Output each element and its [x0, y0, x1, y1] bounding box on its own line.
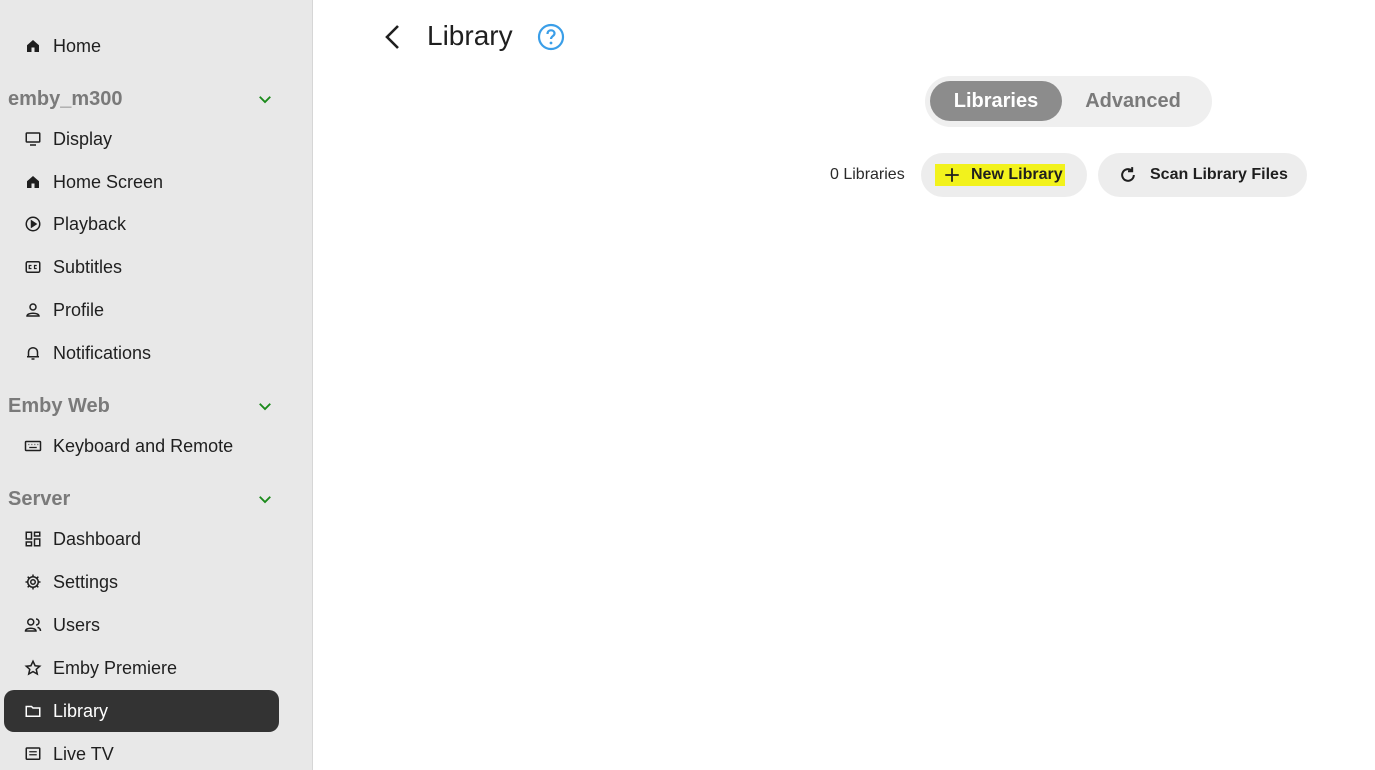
plus-icon	[945, 168, 959, 182]
section-header-emby-m300[interactable]: emby_m300	[8, 84, 283, 114]
sidebar-item-live-tv[interactable]: Live TV	[4, 733, 279, 770]
sidebar-item-home-screen[interactable]: Home Screen	[4, 161, 279, 203]
section-header-emby-web[interactable]: Emby Web	[8, 391, 283, 421]
bell-icon	[23, 343, 43, 363]
sidebar-item-display[interactable]: Display	[4, 118, 279, 160]
tab-libraries[interactable]: Libraries	[930, 81, 1062, 121]
sidebar-item-label: Emby Premiere	[53, 657, 178, 678]
sidebar-item-library[interactable]: Library	[4, 690, 279, 732]
back-arrow-icon	[385, 25, 399, 49]
sidebar-item-label: Home	[53, 35, 102, 56]
sidebar-item-label: Notifications	[53, 342, 152, 363]
sidebar-item-label: Subtitles	[53, 256, 123, 277]
sidebar-item-label: Settings	[53, 571, 119, 592]
star-icon	[23, 658, 43, 678]
keyboard-icon	[23, 436, 43, 456]
closed-captions-icon	[23, 257, 43, 277]
section-header-server[interactable]: Server	[8, 484, 283, 514]
tab-advanced[interactable]: Advanced	[1068, 81, 1198, 121]
scan-library-files-button[interactable]: Scan Library Files	[1098, 153, 1307, 197]
sidebar-item-dashboard[interactable]: Dashboard	[4, 518, 279, 560]
sidebar-item-label: Keyboard and Remote	[53, 435, 234, 456]
sidebar-item-label: Profile	[53, 299, 105, 320]
sidebar-item-label: Users	[53, 614, 101, 635]
sidebar-item-label: Live TV	[53, 743, 114, 764]
app-root: Home emby_m300 Display Home Screen Playb…	[0, 0, 1375, 770]
help-icon[interactable]	[537, 23, 565, 51]
new-library-label: New Library	[971, 166, 1063, 183]
tab-bar: Libraries Advanced	[925, 76, 1212, 127]
home-icon	[23, 36, 43, 56]
sidebar-item-label: Playback	[53, 213, 127, 234]
users-icon	[23, 615, 43, 635]
chevron-down-icon	[259, 96, 271, 104]
sidebar: Home emby_m300 Display Home Screen Playb…	[0, 0, 313, 770]
play-circle-icon	[23, 214, 43, 234]
scan-library-files-label: Scan Library Files	[1150, 166, 1288, 183]
sidebar-item-playback[interactable]: Playback	[4, 203, 279, 245]
person-icon	[23, 300, 43, 320]
chevron-down-icon	[259, 403, 271, 411]
section-title: Server	[8, 487, 71, 510]
dashboard-icon	[23, 529, 43, 549]
section-title: Emby Web	[8, 394, 110, 417]
refresh-icon	[1121, 167, 1135, 182]
sidebar-item-home[interactable]: Home	[4, 25, 279, 67]
sidebar-item-label: Dashboard	[53, 528, 142, 549]
back-button[interactable]	[379, 22, 407, 52]
new-library-button[interactable]: New Library	[921, 153, 1087, 197]
sidebar-item-label: Display	[53, 128, 113, 149]
section-title: emby_m300	[8, 87, 123, 110]
tv-guide-icon	[23, 744, 43, 764]
sidebar-item-keyboard-and-remote[interactable]: Keyboard and Remote	[4, 425, 279, 467]
sidebar-item-profile[interactable]: Profile	[4, 289, 279, 331]
gear-icon	[23, 572, 43, 592]
page-title: Library	[427, 20, 513, 51]
sidebar-item-subtitles[interactable]: Subtitles	[4, 246, 279, 288]
monitor-icon	[23, 129, 43, 149]
sidebar-item-settings[interactable]: Settings	[4, 561, 279, 603]
sidebar-item-emby-premiere[interactable]: Emby Premiere	[4, 647, 279, 689]
new-library-highlight: New Library	[935, 164, 1065, 186]
sidebar-item-users[interactable]: Users	[4, 604, 279, 646]
chevron-down-icon	[259, 496, 271, 504]
folder-icon	[23, 701, 43, 721]
library-count: 0 Libraries	[830, 166, 905, 183]
sidebar-item-label: Library	[53, 700, 109, 721]
main-content: Library Libraries Advanced 0 Libraries N…	[313, 0, 1375, 770]
home-icon	[23, 172, 43, 192]
sidebar-item-label: Home Screen	[53, 171, 164, 192]
sidebar-item-notifications[interactable]: Notifications	[4, 332, 279, 374]
